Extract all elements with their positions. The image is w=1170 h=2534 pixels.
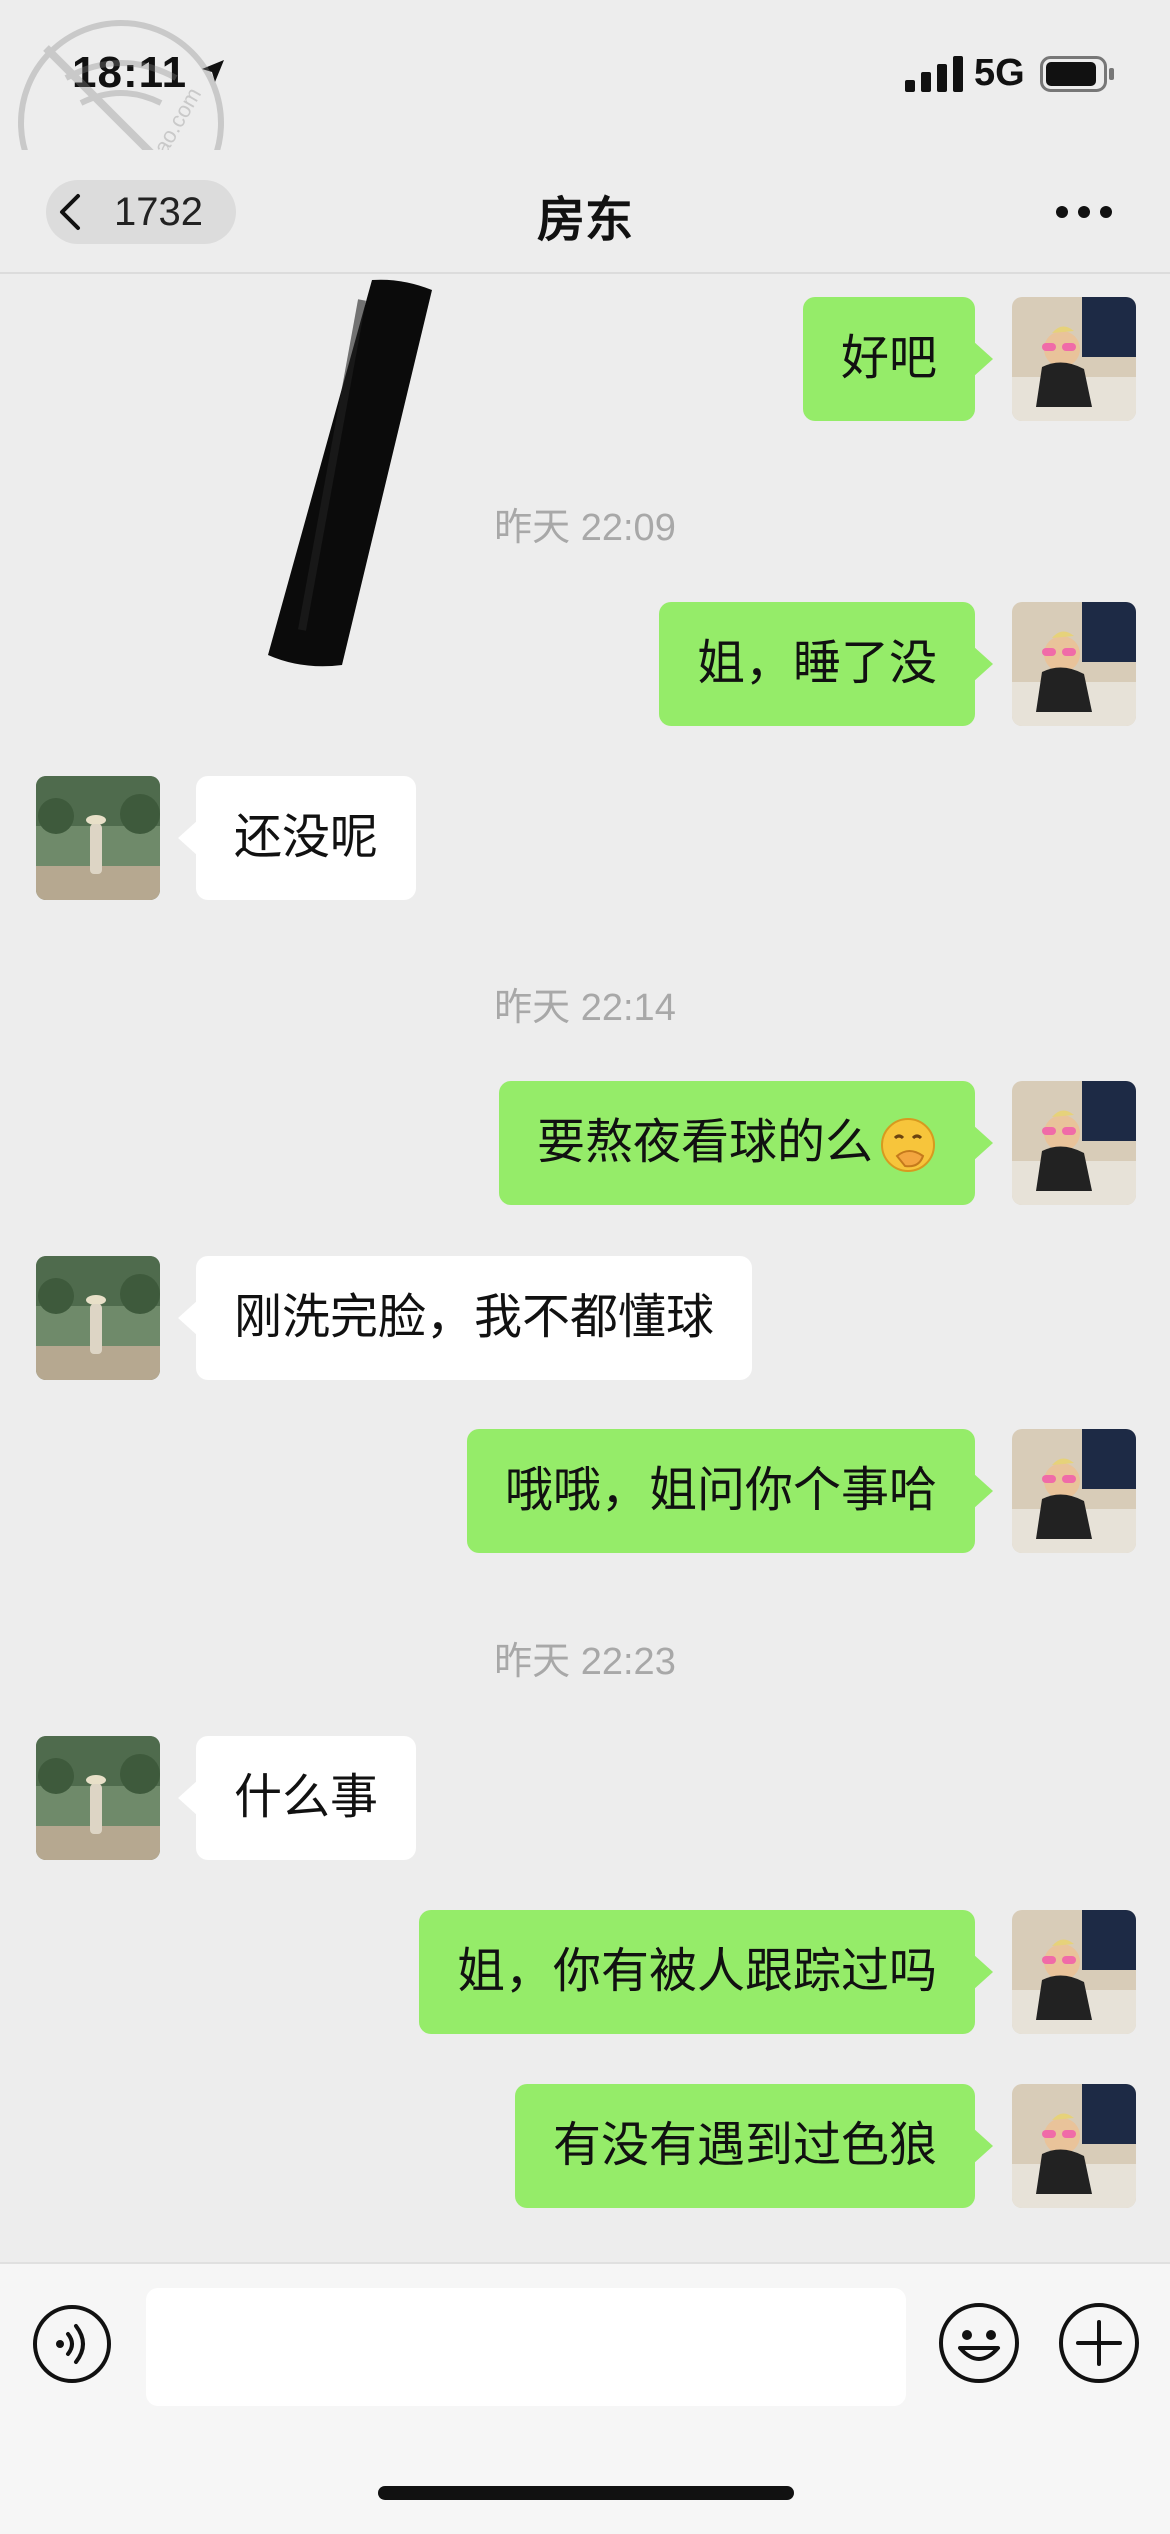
signal-icon — [905, 56, 963, 92]
contact-message-bubble[interactable]: 什么事 — [177, 1736, 417, 1860]
my-avatar[interactable] — [1012, 1429, 1136, 1553]
nav-bar: 1732 房东 — [0, 150, 1170, 274]
battery-icon — [1040, 56, 1114, 92]
voice-icon[interactable] — [32, 2304, 112, 2384]
redaction-mark — [268, 279, 432, 667]
contact-avatar[interactable] — [36, 776, 160, 900]
face-with-hand-over-mouth-emoji — [881, 1118, 935, 1173]
home-indicator[interactable] — [378, 2486, 794, 2500]
my-message-bubble[interactable]: 好吧 — [802, 297, 994, 421]
chat-title: 房东 — [536, 194, 633, 247]
more-dots-icon[interactable] — [1054, 198, 1114, 226]
my-avatar[interactable] — [1012, 602, 1136, 726]
timestamp: 昨天 22:09 — [494, 507, 676, 549]
my-avatar[interactable] — [1012, 297, 1136, 421]
timestamp: 昨天 22:23 — [494, 1641, 676, 1683]
my-message-bubble[interactable]: 有没有遇到过色狼 — [514, 2084, 994, 2208]
message-input[interactable] — [146, 2288, 906, 2406]
network-type: 5G — [974, 52, 1025, 94]
contact-avatar[interactable] — [36, 1736, 160, 1860]
my-message-bubble[interactable]: 哦哦，姐问你个事哈 — [466, 1429, 994, 1553]
emoji-icon[interactable] — [938, 2302, 1020, 2384]
my-message-bubble[interactable]: 姐，睡了没 — [658, 602, 994, 726]
my-avatar[interactable] — [1012, 1910, 1136, 2034]
my-message-bubble[interactable]: 要熬夜看球的么 — [498, 1081, 994, 1205]
my-message-bubble[interactable]: 姐，你有被人跟踪过吗 — [418, 1910, 994, 2034]
my-avatar[interactable] — [1012, 1081, 1136, 1205]
message-text: 要熬夜看球的么 — [536, 1116, 873, 1169]
contact-message-bubble[interactable]: 还没呢 — [177, 776, 417, 900]
contact-avatar[interactable] — [36, 1256, 160, 1380]
contact-message-bubble[interactable]: 刚洗完脸，我不都懂球 — [177, 1256, 753, 1380]
my-avatar[interactable] — [1012, 2084, 1136, 2208]
timestamp: 昨天 22:14 — [494, 987, 676, 1029]
plus-icon[interactable] — [1058, 2302, 1140, 2384]
